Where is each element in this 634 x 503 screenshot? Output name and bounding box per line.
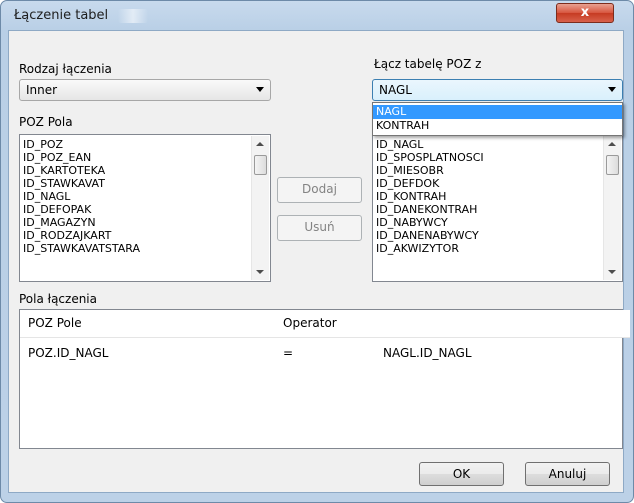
join-table-value: NAGL — [379, 83, 412, 97]
list-item[interactable]: ID_STAWKAVATSTARA — [20, 242, 270, 255]
table-cell[interactable]: = — [275, 344, 383, 362]
join-table-dropdown[interactable]: NAGL KONTRAH — [372, 102, 623, 136]
list-item[interactable]: ID_DEFDOK — [373, 177, 622, 190]
scroll-down-icon[interactable] — [608, 270, 616, 274]
cancel-button[interactable]: Anuluj — [525, 462, 610, 486]
list-item[interactable]: ID_MAGAZYN — [20, 216, 270, 229]
scroll-up-icon[interactable] — [256, 142, 264, 146]
chevron-down-icon — [256, 87, 264, 92]
add-button[interactable]: Dodaj — [277, 177, 362, 203]
list-item[interactable]: ID_KARTOTEKA — [20, 164, 270, 177]
joins-grid[interactable]: POZ Pole Operator POZ.ID_NAGL = NAGL.ID_… — [19, 309, 630, 449]
column-header[interactable]: POZ Pole — [20, 310, 284, 338]
close-button[interactable]: x — [556, 3, 614, 23]
join-table-label: Łącz tabelę POZ z — [374, 57, 482, 71]
join-type-select[interactable]: Inner — [19, 79, 271, 101]
list-item[interactable]: ID_DEFOPAK — [20, 203, 270, 216]
table-cell[interactable]: NAGL.ID_NAGL — [375, 344, 630, 362]
scroll-thumb[interactable] — [606, 155, 619, 175]
right-fields-scrollbar[interactable] — [603, 136, 621, 280]
table-cell[interactable]: POZ.ID_NAGL — [20, 344, 283, 362]
scroll-up-icon[interactable] — [608, 142, 616, 146]
ok-button[interactable]: OK — [419, 462, 504, 486]
list-item[interactable]: ID_AKWIZYTOR — [373, 242, 622, 255]
join-table-select[interactable]: NAGL — [372, 79, 623, 101]
list-item[interactable]: ID_NAGL — [20, 190, 270, 203]
right-fields-listbox[interactable]: ID_NAGL ID_SPOSPLATNOSCI ID_MIESOBR ID_D… — [372, 134, 623, 282]
chevron-down-icon — [608, 87, 616, 92]
left-fields-listbox[interactable]: ID_POZ ID_POZ_EAN ID_KARTOTEKA ID_STAWKA… — [19, 134, 271, 282]
list-item[interactable]: ID_STAWKAVAT — [20, 177, 270, 190]
list-item[interactable]: ID_RODZAJKART — [20, 229, 270, 242]
joins-label: Pola łączenia — [19, 292, 97, 306]
left-fields-label: POZ Pola — [19, 115, 73, 129]
list-item[interactable]: ID_DANEKONTRAH — [373, 203, 622, 216]
left-fields-scrollbar[interactable] — [251, 136, 269, 280]
scroll-thumb[interactable] — [254, 155, 267, 175]
list-item[interactable]: ID_DANENABYWCY — [373, 229, 622, 242]
join-type-value: Inner — [26, 83, 58, 97]
title-blur — [118, 9, 148, 23]
list-item[interactable]: ID_KONTRAH — [373, 190, 622, 203]
join-type-label: Rodzaj łączenia — [19, 62, 112, 76]
list-item[interactable]: ID_SPOSPLATNOSCI — [373, 151, 622, 164]
list-item[interactable]: ID_NABYWCY — [373, 216, 622, 229]
list-item[interactable]: ID_MIESOBR — [373, 164, 622, 177]
list-item[interactable]: ID_POZ — [20, 138, 270, 151]
remove-button[interactable]: Usuń — [277, 215, 362, 241]
dropdown-option[interactable]: KONTRAH — [373, 119, 622, 133]
column-header[interactable]: Operator — [275, 310, 384, 338]
dropdown-option[interactable]: NAGL — [373, 105, 622, 119]
column-header[interactable] — [375, 310, 630, 338]
window-title: Łączenie tabel — [14, 8, 109, 23]
list-item[interactable]: ID_POZ_EAN — [20, 151, 270, 164]
list-item[interactable]: ID_NAGL — [373, 138, 622, 151]
scroll-down-icon[interactable] — [256, 270, 264, 274]
